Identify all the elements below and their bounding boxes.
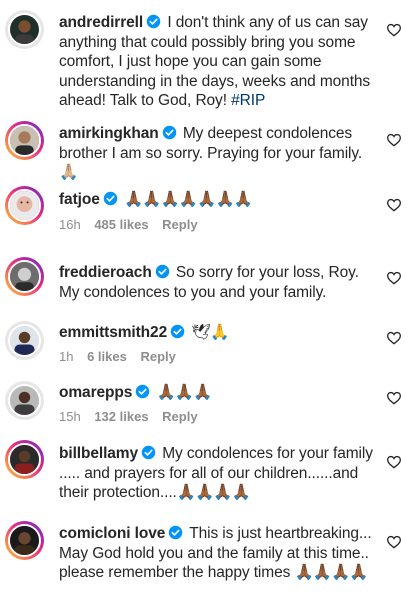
comment-body: fatjoe 🙏🏾🙏🏾🙏🏾🙏🏾🙏🏾🙏🏾🙏🏾 <box>59 190 377 210</box>
username[interactable]: freddieroach <box>59 264 152 281</box>
like-heart-icon[interactable] <box>386 390 402 406</box>
reply-button[interactable]: Reply <box>162 217 197 232</box>
username[interactable]: amirkingkhan <box>59 125 159 142</box>
comment-body: amirkingkhan My deepest condolences brot… <box>59 124 377 183</box>
like-heart-icon[interactable] <box>386 270 402 286</box>
like-heart-icon[interactable] <box>386 132 402 148</box>
verified-badge-icon <box>162 125 177 140</box>
avatar[interactable] <box>5 10 44 49</box>
reply-button[interactable]: Reply <box>162 409 197 424</box>
emoji: 🙏🏾🙏🏾🙏🏾🙏🏾🙏🏾🙏🏾🙏🏾 <box>123 191 253 208</box>
comment-body: billbellamy My condolences for your fami… <box>59 444 377 503</box>
emoji: 🕊🙏 <box>191 324 229 341</box>
profile-photo <box>8 13 41 46</box>
avatar[interactable] <box>5 121 44 160</box>
comment-body: comicloni love This is just heartbreakin… <box>59 524 377 583</box>
username[interactable]: comicloni love <box>59 525 165 542</box>
username[interactable]: emmittsmith22 <box>59 324 167 341</box>
timestamp: 15h <box>59 409 81 424</box>
verified-badge-icon <box>146 14 161 29</box>
avatar[interactable] <box>5 321 44 360</box>
like-heart-icon[interactable] <box>386 454 402 470</box>
comment-meta: 1h 6 likes Reply <box>59 349 186 364</box>
avatar[interactable] <box>5 440 44 479</box>
profile-photo <box>8 443 41 476</box>
avatar[interactable] <box>5 186 44 225</box>
verified-badge-icon <box>103 191 118 206</box>
avatar[interactable] <box>5 381 44 420</box>
comment-body: omarepps 🙏🏾🙏🏾🙏🏾 <box>59 383 377 403</box>
like-heart-icon[interactable] <box>386 22 402 38</box>
comment-body: andredirrell I don't think any of us can… <box>59 13 377 111</box>
profile-photo <box>8 324 41 357</box>
username[interactable]: andredirrell <box>59 14 143 31</box>
timestamp: 16h <box>59 217 81 232</box>
verified-badge-icon <box>141 445 156 460</box>
comment-meta: 15h 132 likes Reply <box>59 409 208 424</box>
profile-photo <box>8 260 41 293</box>
profile-photo <box>8 524 41 557</box>
username[interactable]: fatjoe <box>59 191 100 208</box>
verified-badge-icon <box>170 324 185 339</box>
profile-photo <box>8 189 41 222</box>
profile-photo <box>8 124 41 157</box>
comment-body: freddieroach So sorry for your loss, Roy… <box>59 263 377 302</box>
likes-count[interactable]: 6 likes <box>87 349 127 364</box>
emoji: 🙏🏼 <box>59 164 78 181</box>
like-heart-icon[interactable] <box>386 197 402 213</box>
comment-body: emmittsmith22 🕊🙏 <box>59 323 377 343</box>
reply-button[interactable]: Reply <box>140 349 175 364</box>
avatar[interactable] <box>5 521 44 560</box>
likes-count[interactable]: 485 likes <box>94 217 148 232</box>
username[interactable]: billbellamy <box>59 445 138 462</box>
emoji: 🙏🏾🙏🏾🙏🏾 <box>156 384 213 401</box>
username[interactable]: omarepps <box>59 384 132 401</box>
verified-badge-icon <box>168 525 183 540</box>
emoji: 🙏🏾🙏🏾🙏🏾🙏🏾 <box>176 484 251 501</box>
profile-photo <box>8 384 41 417</box>
likes-count[interactable]: 132 likes <box>94 409 148 424</box>
verified-badge-icon <box>135 384 150 399</box>
hashtag-link[interactable]: #RIP <box>231 92 265 109</box>
like-heart-icon[interactable] <box>386 330 402 346</box>
avatar[interactable] <box>5 257 44 296</box>
timestamp: 1h <box>59 349 74 364</box>
emoji: 🙏🏾🙏🏾🙏🏾🙏🏾 <box>294 564 368 581</box>
like-heart-icon[interactable] <box>386 534 402 550</box>
comment-meta: 16h 485 likes Reply <box>59 217 208 232</box>
verified-badge-icon <box>155 264 170 279</box>
